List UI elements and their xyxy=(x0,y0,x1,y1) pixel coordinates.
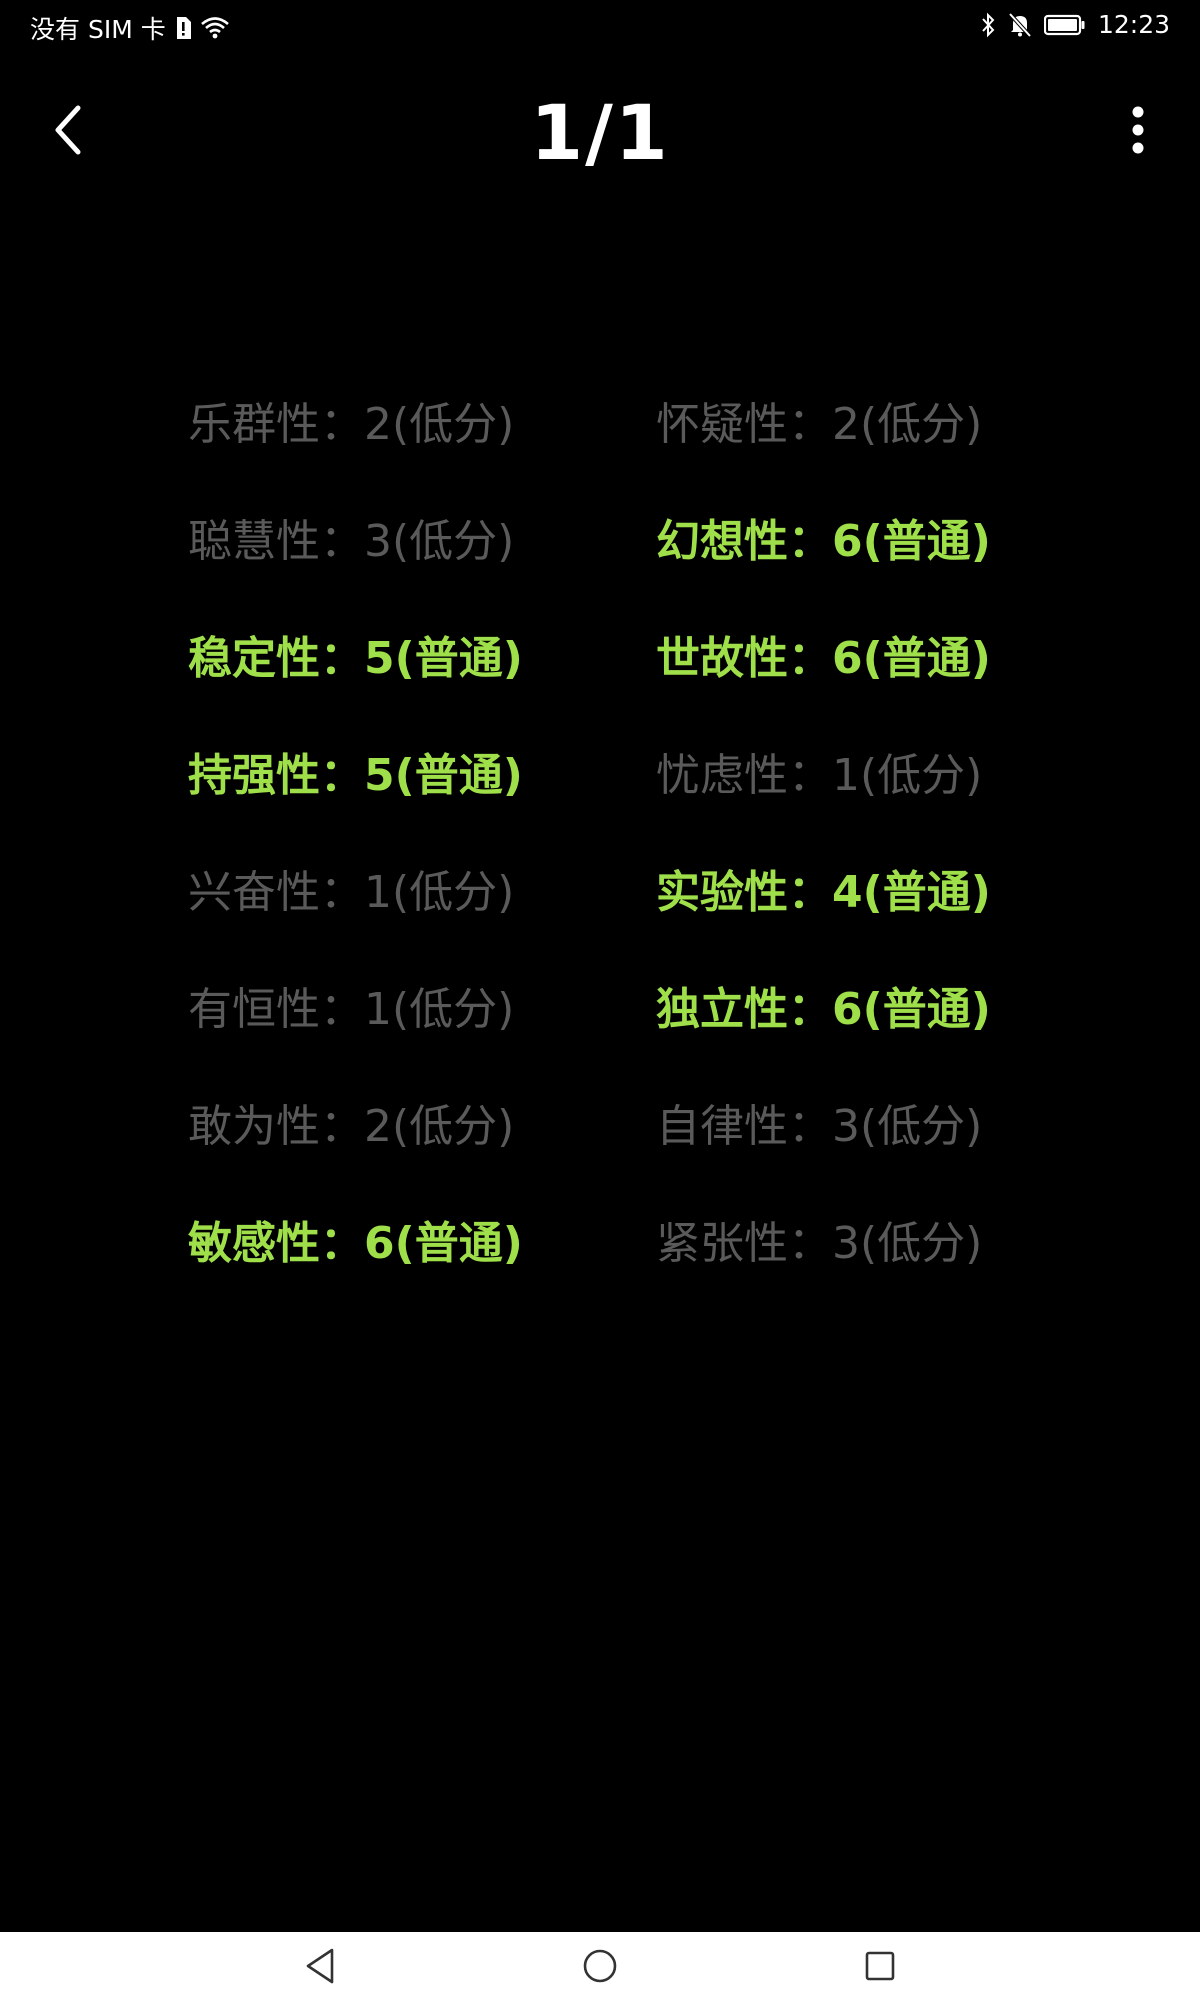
title-bar: 1/1 xyxy=(0,70,1200,190)
screen: 没有 SIM 卡 12:23 1/1 乐群性：2(低分) 怀疑性：2(低分) 聪… xyxy=(0,0,1200,2000)
status-left: 没有 SIM 卡 xyxy=(30,10,230,46)
bell-muted-icon xyxy=(1008,12,1032,38)
trait-result: 幻想性：6(普通) xyxy=(656,516,991,567)
trait-result: 敏感性：6(普通) xyxy=(188,1218,523,1269)
trait-result: 持强性：5(普通) xyxy=(188,750,523,801)
battery-icon xyxy=(1043,14,1086,36)
carrier-text: 没有 SIM 卡 xyxy=(30,15,166,44)
trait-result: 敢为性：2(低分) xyxy=(188,1101,515,1152)
bluetooth-icon xyxy=(980,12,996,38)
status-bar: 没有 SIM 卡 12:23 xyxy=(0,0,1200,50)
trait-result: 稳定性：5(普通) xyxy=(188,633,523,684)
trait-result: 自律性：3(低分) xyxy=(656,1101,983,1152)
square-recent-icon xyxy=(865,1951,895,1981)
wifi-icon xyxy=(200,16,230,40)
trait-result: 兴奋性：1(低分) xyxy=(188,867,515,918)
navigation-bar xyxy=(0,1932,1200,2000)
trait-result: 有恒性：1(低分) xyxy=(188,984,515,1035)
status-right: 12:23 xyxy=(980,10,1170,39)
circle-home-icon xyxy=(583,1949,617,1983)
results-grid: 乐群性：2(低分) 怀疑性：2(低分) 聪慧性：3(低分) 幻想性：6(普通) 稳定性：… xyxy=(188,390,1018,1326)
trait-result: 实验性：4(普通) xyxy=(656,867,991,918)
nav-recent-button[interactable] xyxy=(856,1942,904,1990)
trait-result: 忧虑性：1(低分) xyxy=(656,750,983,801)
trait-result: 怀疑性：2(低分) xyxy=(656,399,983,450)
clock-text: 12:23 xyxy=(1097,10,1170,39)
more-button[interactable] xyxy=(1116,98,1160,162)
sim-alert-icon xyxy=(174,16,192,40)
trait-result: 聪慧性：3(低分) xyxy=(188,516,515,567)
trait-result: 乐群性：2(低分) xyxy=(188,399,515,450)
triangle-back-icon xyxy=(306,1948,334,1984)
page-title: 1/1 xyxy=(530,88,670,177)
nav-home-button[interactable] xyxy=(576,1942,624,1990)
trait-result: 独立性：6(普通) xyxy=(656,984,991,1035)
more-vertical-icon xyxy=(1132,106,1144,154)
nav-back-button[interactable] xyxy=(296,1942,344,1990)
trait-result: 世故性：6(普通) xyxy=(656,633,991,684)
trait-result: 紧张性：3(低分) xyxy=(656,1218,983,1269)
